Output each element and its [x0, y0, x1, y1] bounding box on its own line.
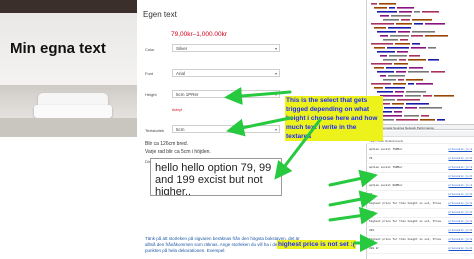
arrow-to-console-1 — [328, 169, 378, 188]
arrow-to-height-select — [224, 87, 292, 105]
arrow-to-console-3 — [328, 206, 378, 225]
arrow-to-console-2 — [328, 190, 378, 209]
arrow-to-textsize-select — [226, 116, 292, 137]
arrow-to-textarea — [274, 118, 322, 180]
annotation-arrows — [224, 87, 378, 252]
